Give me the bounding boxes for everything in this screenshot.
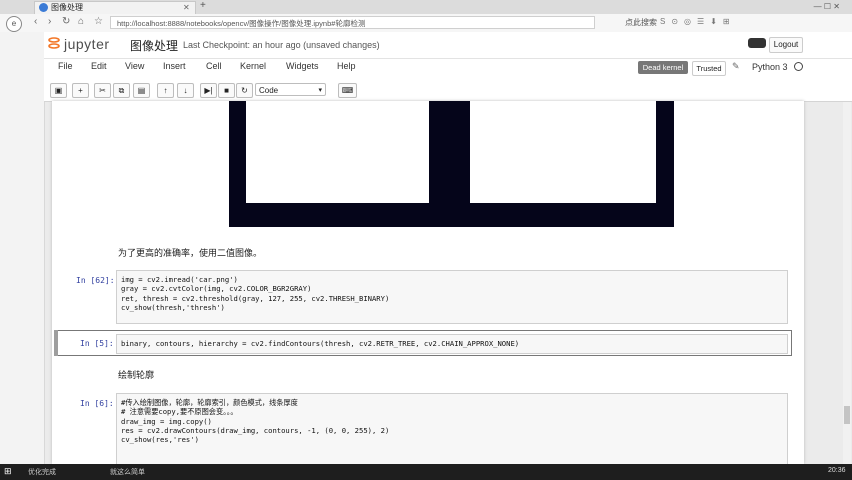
save-icon[interactable]: ▣ xyxy=(50,83,67,98)
start-icon[interactable]: ⊞ xyxy=(4,466,12,477)
paste-icon[interactable]: ▤ xyxy=(133,83,150,98)
plus-icon[interactable]: + xyxy=(72,83,89,98)
markdown-heading: 绘制轮廓 xyxy=(118,370,155,380)
menu-cell[interactable]: Cell xyxy=(206,61,222,71)
jupyter-logo-text[interactable]: jupyter xyxy=(64,36,110,52)
browser-extension-icons[interactable]: S⊙◎☰⬇⊞ xyxy=(660,17,810,29)
cell-prompt: In [5]: xyxy=(80,339,114,348)
browser-tab[interactable]: 图像处理 ✕ xyxy=(34,1,196,15)
cell-prompt: In [6]: xyxy=(80,399,114,408)
keyboard-icon[interactable]: ⌨ xyxy=(338,83,357,98)
menu-edit[interactable]: Edit xyxy=(91,61,107,71)
edit-pencil-icon[interactable]: ✎ xyxy=(732,61,740,72)
dead-kernel-indicator[interactable]: Dead kernel xyxy=(638,61,688,74)
checkpoint-status: Last Checkpoint: an hour ago (unsaved ch… xyxy=(183,40,380,50)
code-cell-input[interactable]: binary, contours, hierarchy = cv2.findCo… xyxy=(116,334,788,354)
scrollbar-thumb[interactable] xyxy=(844,406,850,424)
cut-icon[interactable]: ✂ xyxy=(94,83,111,98)
cell-type-select[interactable]: Code ▾ xyxy=(255,83,326,96)
menu-insert[interactable]: Insert xyxy=(163,61,186,71)
search-hint[interactable]: 点此搜索 xyxy=(625,17,657,28)
image-white-region-left xyxy=(246,101,429,203)
forward-icon[interactable]: › xyxy=(48,16,51,27)
kernel-status-icon xyxy=(794,62,803,71)
menu-help[interactable]: Help xyxy=(337,61,356,71)
output-image xyxy=(229,101,674,227)
refresh-icon[interactable]: ↻ xyxy=(62,16,70,27)
arrow-up-icon[interactable]: ↑ xyxy=(157,83,174,98)
taskbar-status: 优化完成 xyxy=(28,469,56,476)
menu-kernel[interactable]: Kernel xyxy=(240,61,266,71)
cell-type-value: Code xyxy=(259,86,279,95)
code-text: binary, contours, hierarchy = cv2.findCo… xyxy=(121,339,520,348)
browser-logo-icon[interactable]: e xyxy=(6,16,22,32)
page-favicon-icon xyxy=(39,3,48,12)
back-icon[interactable]: ‹ xyxy=(34,16,37,27)
tab-close-icon[interactable]: ✕ xyxy=(183,2,190,14)
markdown-text: 为了更高的准确率，使用二值图像。 xyxy=(118,248,263,258)
home-icon[interactable]: ⌂ xyxy=(78,16,84,27)
image-white-region-right xyxy=(470,101,656,203)
trusted-indicator[interactable]: Trusted xyxy=(692,61,726,76)
url-input[interactable]: http://localhost:8888/notebooks/opencv/图… xyxy=(110,16,595,29)
new-tab-button[interactable]: + xyxy=(200,0,206,11)
code-text: #传入绘制图像，轮廓，轮廓索引，颜色模式，线条厚度 # 注意需要copy,要不原… xyxy=(121,398,390,445)
restart-icon[interactable]: ↻ xyxy=(236,83,253,98)
notebook-title[interactable]: 图像处理 xyxy=(130,37,178,54)
user-avatar xyxy=(748,38,766,48)
window-controls[interactable]: — ☐ ✕ xyxy=(780,2,840,12)
browser-sidebar xyxy=(0,32,45,464)
taskbar-item[interactable]: 就这么简单 xyxy=(110,467,145,477)
menu-view[interactable]: View xyxy=(125,61,144,71)
chevron-down-icon: ▾ xyxy=(318,87,322,94)
cell-prompt: In [62]: xyxy=(76,276,115,285)
kernel-name: Python 3 xyxy=(752,62,788,72)
jupyter-logo-icon[interactable] xyxy=(48,36,60,50)
copy-icon[interactable]: ⧉ xyxy=(113,83,130,98)
cell-selection-bar xyxy=(54,330,58,356)
arrow-down-icon[interactable]: ↓ xyxy=(177,83,194,98)
run-icon[interactable]: ▶| xyxy=(200,83,217,98)
tab-title: 图像处理 xyxy=(51,3,83,12)
taskbar-clock: 20:36 xyxy=(828,467,846,474)
menu-file[interactable]: File xyxy=(58,61,73,71)
code-cell-input[interactable]: #传入绘制图像，轮廓，轮廓索引，颜色模式，线条厚度 # 注意需要copy,要不原… xyxy=(116,393,788,466)
menu-widgets[interactable]: Widgets xyxy=(286,61,319,71)
code-cell-input[interactable]: img = cv2.imread('car.png') gray = cv2.c… xyxy=(116,270,788,324)
star-icon[interactable]: ☆ xyxy=(94,16,103,27)
stop-icon[interactable]: ■ xyxy=(218,83,235,98)
logout-button[interactable]: Logout xyxy=(769,37,803,53)
code-text: img = cv2.imread('car.png') gray = cv2.c… xyxy=(121,275,390,312)
